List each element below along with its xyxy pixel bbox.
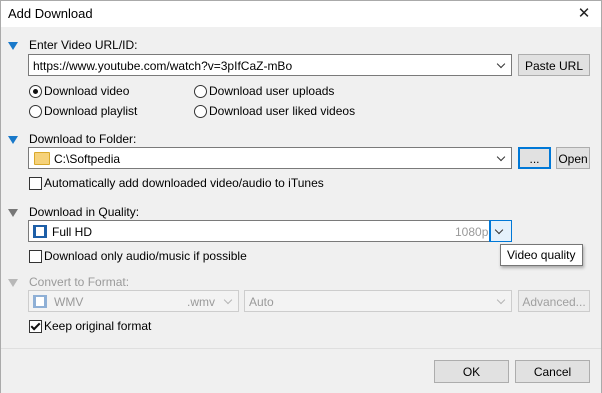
title-bar: Add Download ✕ (1, 1, 601, 27)
itunes-checkbox[interactable] (29, 177, 42, 190)
add-download-dialog: Add Download ✕ Enter Video URL/ID: https… (0, 0, 602, 393)
chevron-down-icon (496, 295, 506, 305)
format-name: WMV (54, 295, 84, 309)
format-combobox[interactable]: WMV .wmv (28, 290, 239, 312)
download-user-uploads-radio[interactable] (194, 85, 207, 98)
download-user-liked-label[interactable]: Download user liked videos (209, 104, 355, 118)
close-icon[interactable]: ✕ (567, 1, 601, 27)
download-playlist-radio[interactable] (29, 105, 42, 118)
audio-only-checkbox-label[interactable]: Download only audio/music if possible (44, 249, 247, 263)
quality-combobox[interactable]: Full HD 1080p (28, 220, 512, 242)
film-icon (33, 295, 47, 308)
itunes-checkbox-label[interactable]: Automatically add downloaded video/audio… (44, 176, 324, 190)
preset-dropdown-button[interactable] (493, 291, 511, 311)
url-dropdown-button[interactable] (493, 55, 511, 75)
download-video-label[interactable]: Download video (44, 84, 129, 98)
format-extension: .wmv (187, 295, 215, 309)
preset-value: Auto (249, 295, 274, 309)
quality-name: Full HD (52, 225, 93, 239)
window-title: Add Download (8, 6, 93, 21)
open-folder-button[interactable]: Open (556, 147, 590, 169)
format-dropdown-button[interactable] (220, 291, 238, 311)
folder-combobox[interactable]: C:\Softpedia (28, 147, 512, 169)
section-expand-icon[interactable] (8, 279, 18, 287)
quality-tooltip: Video quality (500, 244, 583, 266)
download-user-liked-radio[interactable] (194, 105, 207, 118)
folder-section-heading: Download to Folder: (29, 132, 137, 146)
preset-combobox[interactable]: Auto (244, 290, 512, 312)
folder-dropdown-button[interactable] (493, 148, 511, 168)
chevron-down-icon (496, 152, 506, 162)
download-user-uploads-label[interactable]: Download user uploads (209, 84, 334, 98)
folder-icon (34, 152, 50, 165)
section-expand-icon[interactable] (8, 209, 18, 217)
url-combobox[interactable]: https://www.youtube.com/watch?v=3pIfCaZ-… (28, 54, 512, 76)
paste-url-button[interactable]: Paste URL (518, 54, 590, 76)
url-section-heading: Enter Video URL/ID: (29, 38, 138, 52)
folder-path[interactable]: C:\Softpedia (54, 152, 120, 166)
chevron-down-icon (223, 295, 233, 305)
browse-folder-button[interactable]: ... (518, 147, 551, 169)
keep-original-checkbox-label[interactable]: Keep original format (44, 319, 151, 333)
ok-button[interactable]: OK (434, 360, 509, 383)
dialog-footer: OK Cancel (1, 348, 601, 393)
chevron-down-icon (496, 59, 506, 69)
download-video-radio[interactable] (29, 85, 42, 98)
keep-original-checkbox[interactable] (29, 320, 42, 333)
format-section-heading: Convert to Format: (29, 275, 130, 289)
advanced-button[interactable]: Advanced... (518, 290, 590, 312)
quality-dropdown-button[interactable] (490, 221, 511, 241)
cancel-button[interactable]: Cancel (515, 360, 590, 383)
audio-only-checkbox[interactable] (29, 250, 42, 263)
section-expand-icon[interactable] (8, 42, 18, 50)
download-playlist-label[interactable]: Download playlist (44, 104, 137, 118)
quality-section-heading: Download in Quality: (29, 205, 140, 219)
film-icon (33, 225, 47, 238)
section-expand-icon[interactable] (8, 136, 18, 144)
quality-resolution: 1080p (455, 225, 489, 239)
chevron-down-icon (494, 225, 504, 235)
url-input[interactable]: https://www.youtube.com/watch?v=3pIfCaZ-… (33, 59, 292, 73)
